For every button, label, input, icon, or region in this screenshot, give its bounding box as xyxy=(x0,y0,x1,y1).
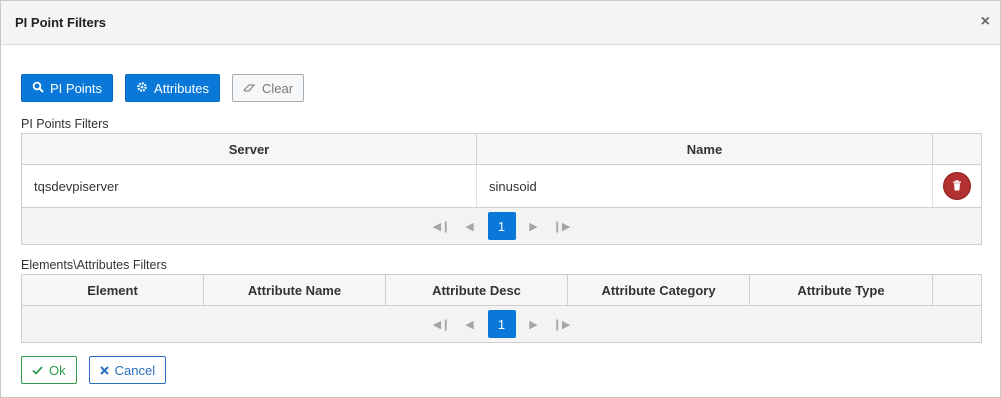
gear-icon xyxy=(136,81,148,96)
cell-server: tqsdevpiserver xyxy=(22,165,477,207)
pi-points-grid-header: Server Name xyxy=(22,134,981,165)
column-header-attribute-type[interactable]: Attribute Type xyxy=(750,275,933,305)
prev-page-icon[interactable]: ◀ xyxy=(456,220,484,233)
ok-button-label: Ok xyxy=(49,362,66,378)
next-page-icon[interactable]: ▶ xyxy=(520,318,548,331)
clear-button[interactable]: Clear xyxy=(231,74,305,102)
attributes-grid-header: Element Attribute Name Attribute Desc At… xyxy=(22,275,981,306)
close-x-icon xyxy=(99,363,109,378)
column-header-attribute-category[interactable]: Attribute Category xyxy=(568,275,750,305)
first-page-icon[interactable]: ◀❙ xyxy=(428,220,456,233)
cancel-button[interactable]: Cancel xyxy=(88,356,167,384)
column-header-name[interactable]: Name xyxy=(477,134,933,164)
pi-point-filters-dialog: PI Point Filters × PI Points Attributes … xyxy=(0,0,1001,398)
last-page-icon[interactable]: ❙▶ xyxy=(548,318,576,331)
column-header-actions xyxy=(933,134,981,164)
pi-points-pager: ◀❙ ◀ 1 ▶ ❙▶ xyxy=(22,208,981,244)
attributes-filters-label: Elements\Attributes Filters xyxy=(21,258,167,272)
cancel-button-label: Cancel xyxy=(114,362,156,378)
page-number-button[interactable]: 1 xyxy=(487,212,516,240)
pi-points-filters-label: PI Points Filters xyxy=(21,117,109,131)
trash-icon xyxy=(952,179,962,194)
close-icon[interactable]: × xyxy=(981,13,990,31)
attributes-pager: ◀❙ ◀ 1 ▶ ❙▶ xyxy=(22,306,981,342)
clear-button-label: Clear xyxy=(261,80,294,96)
pi-points-button[interactable]: PI Points xyxy=(21,74,114,102)
first-page-icon[interactable]: ◀❙ xyxy=(428,318,456,331)
dialog-header: PI Point Filters × xyxy=(1,1,1000,45)
prev-page-icon[interactable]: ◀ xyxy=(456,318,484,331)
column-header-attribute-name[interactable]: Attribute Name xyxy=(204,275,386,305)
attributes-button[interactable]: Attributes xyxy=(125,74,220,102)
column-header-server[interactable]: Server xyxy=(22,134,477,164)
toolbar: PI Points Attributes Clear xyxy=(21,74,305,102)
pi-points-grid: Server Name tqsdevpiserver sinusoid ◀❙ ◀… xyxy=(21,133,982,245)
column-header-element[interactable]: Element xyxy=(22,275,204,305)
attributes-grid: Element Attribute Name Attribute Desc At… xyxy=(21,274,982,343)
search-icon xyxy=(32,81,44,96)
table-row: tqsdevpiserver sinusoid xyxy=(22,165,981,208)
column-header-actions xyxy=(933,275,981,305)
cell-actions xyxy=(933,165,981,207)
next-page-icon[interactable]: ▶ xyxy=(520,220,548,233)
checkmark-icon xyxy=(32,363,43,378)
page-number-button[interactable]: 1 xyxy=(487,310,516,338)
column-header-attribute-desc[interactable]: Attribute Desc xyxy=(386,275,568,305)
attributes-button-label: Attributes xyxy=(154,80,209,96)
dialog-footer: Ok Cancel xyxy=(21,356,167,384)
last-page-icon[interactable]: ❙▶ xyxy=(548,220,576,233)
delete-row-button[interactable] xyxy=(943,172,971,200)
cell-name: sinusoid xyxy=(477,165,933,207)
ok-button[interactable]: Ok xyxy=(21,356,77,384)
eraser-icon xyxy=(243,81,256,96)
pi-points-button-label: PI Points xyxy=(50,80,103,96)
dialog-title: PI Point Filters xyxy=(15,15,107,30)
